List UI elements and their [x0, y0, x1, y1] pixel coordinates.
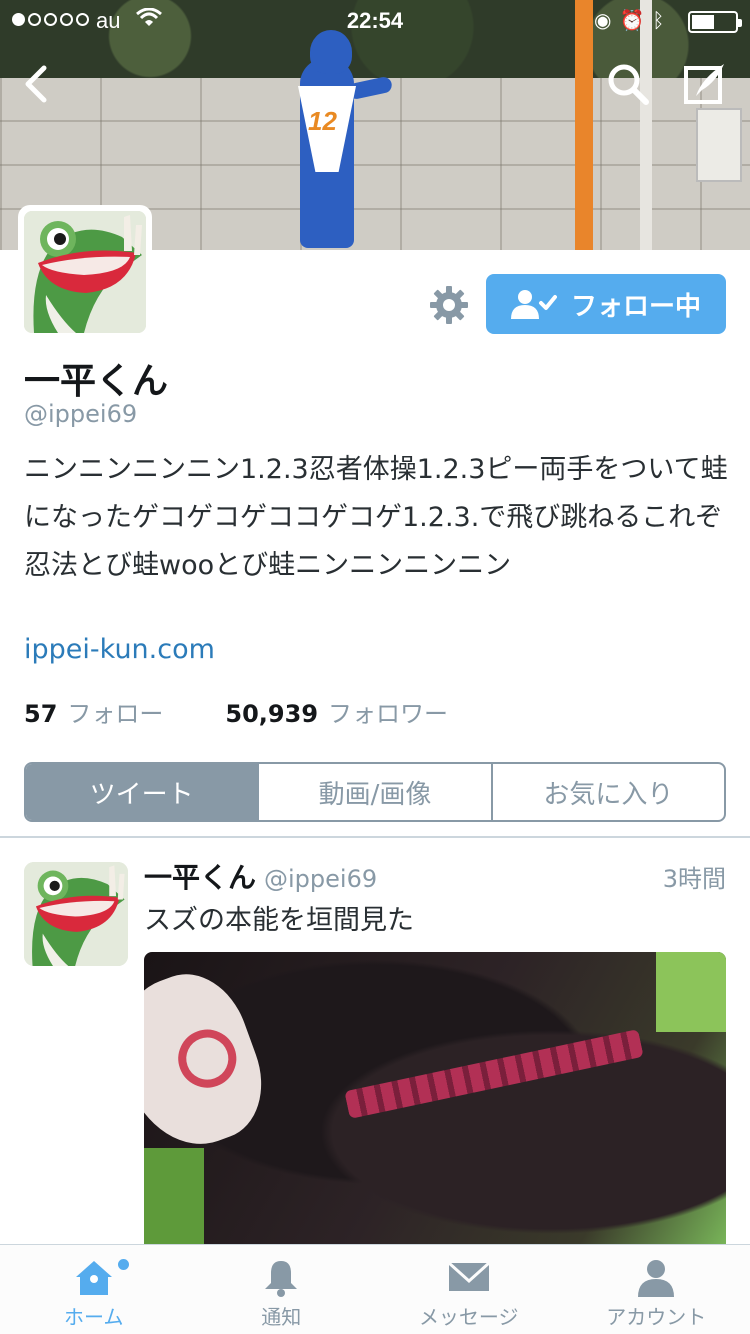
back-icon[interactable]: [14, 60, 62, 108]
tweet-text: スズの本能を垣間見た: [144, 905, 414, 936]
tab-media[interactable]: 動画/画像: [257, 764, 490, 820]
person-check-icon: [510, 290, 557, 319]
envelope-icon: [447, 1261, 490, 1291]
followers-count: 50,939: [225, 700, 319, 728]
tweet-author-handle[interactable]: @ippei69: [264, 865, 377, 893]
followers-label: フォロワー: [328, 700, 449, 728]
following-button[interactable]: フォロー中: [486, 274, 726, 334]
gear-icon[interactable]: [428, 284, 470, 326]
search-icon[interactable]: [604, 60, 652, 108]
compose-tweet-icon[interactable]: [682, 60, 730, 108]
tabbar-notifications[interactable]: 通知: [188, 1245, 376, 1334]
profile-website-link[interactable]: ippei-kun.com: [24, 634, 215, 665]
status-bar: au 22:54 ◉⏰ᛒ: [0, 0, 750, 40]
status-icons: ◉⏰ᛒ: [594, 8, 672, 33]
tabbar-account-label: アカウント: [606, 1305, 707, 1329]
tweet-header: 一平くん @ippei69 3時間: [144, 856, 726, 896]
tweet-author-name[interactable]: 一平くん: [144, 856, 256, 896]
following-count: 57: [24, 700, 58, 728]
tweet-media-image[interactable]: [144, 952, 726, 1252]
profile-tabs: ツイート 動画/画像 お気に入り: [24, 762, 726, 822]
profile-name: 一平くん: [24, 361, 169, 402]
profile-handle: @ippei69: [24, 400, 138, 428]
bottom-tab-bar: ホーム 通知 メッセージ アカウント: [0, 1244, 750, 1334]
following-stat[interactable]: 57 フォロー: [24, 694, 163, 729]
tab-tweets[interactable]: ツイート: [26, 764, 258, 820]
battery-icon: [688, 11, 742, 33]
person-icon: [638, 1260, 675, 1297]
tabbar-account[interactable]: アカウント: [563, 1245, 750, 1334]
tabbar-messages[interactable]: メッセージ: [375, 1245, 563, 1334]
tabbar-home-label: ホーム: [64, 1305, 124, 1329]
rotation-lock-icon: ◉: [594, 10, 620, 32]
profile-stats: 57 フォロー 50,939 フォロワー: [24, 694, 510, 729]
new-content-dot: [118, 1259, 129, 1270]
followers-stat[interactable]: 50,939 フォロワー: [225, 694, 448, 729]
alarm-icon: ⏰: [619, 10, 653, 32]
profile-avatar[interactable]: [18, 205, 152, 339]
tabbar-messages-label: メッセージ: [418, 1305, 519, 1329]
following-button-label: フォロー中: [570, 291, 701, 322]
following-label: フォロー: [67, 700, 164, 728]
home-icon: [75, 1261, 112, 1295]
bluetooth-icon: ᛒ: [652, 10, 673, 32]
tabbar-home[interactable]: ホーム: [0, 1245, 188, 1334]
bell-icon: [265, 1261, 298, 1297]
tweet-avatar[interactable]: [24, 862, 128, 966]
tabbar-notifications-label: 通知: [261, 1305, 302, 1329]
header-sign: [696, 108, 742, 182]
divider: [0, 836, 750, 838]
header-mascot: 12: [292, 30, 394, 250]
tab-favorites[interactable]: お気に入り: [490, 764, 724, 820]
tweet-timestamp: 3時間: [662, 865, 726, 893]
profile-bio: ニンニンニンニン1.2.3忍者体操1.2.3ピー両手をついて蛙になったゲコゲコゲ…: [24, 454, 728, 581]
